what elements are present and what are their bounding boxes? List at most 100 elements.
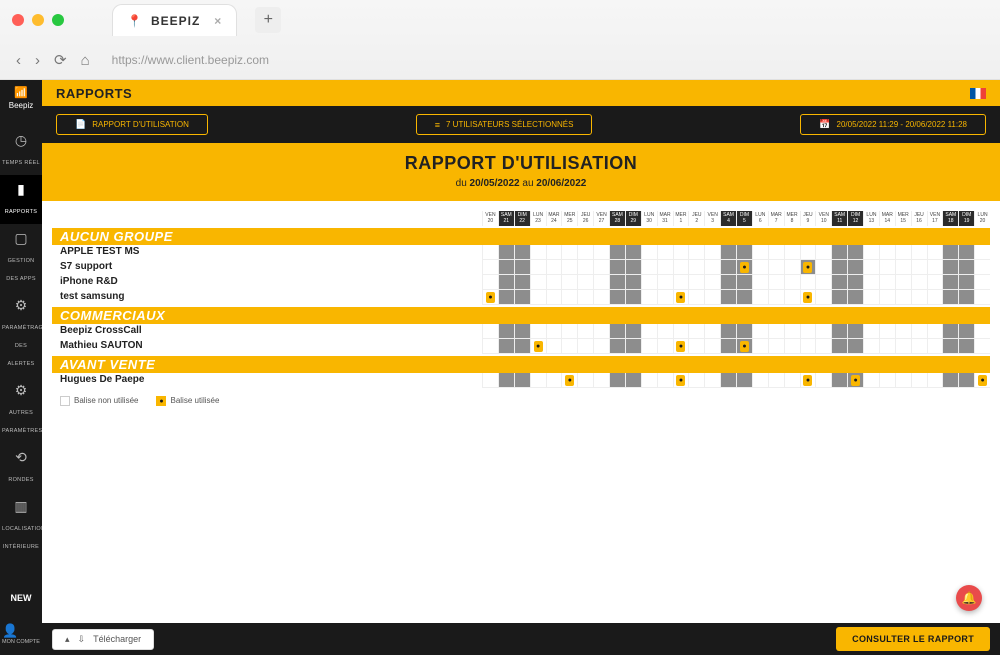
day-header: VEN17 — [927, 211, 943, 226]
day-cell — [895, 339, 911, 354]
day-cell — [815, 290, 831, 305]
flag-fr-icon[interactable] — [970, 88, 986, 99]
day-cell — [720, 260, 736, 275]
sidebar-item-3[interactable]: ⚙PARAMÉTRAGE DES ALERTES — [0, 291, 42, 376]
day-cell — [942, 339, 958, 354]
day-cell — [482, 260, 498, 275]
beacon-icon: ● — [675, 374, 688, 386]
day-cell — [863, 245, 879, 260]
day-cell — [720, 339, 736, 354]
day-cell — [641, 373, 657, 388]
day-cell — [911, 339, 927, 354]
beacon-icon: ● — [849, 374, 862, 386]
sidebar-icon: ▢ — [2, 230, 40, 247]
consult-report-button[interactable]: CONSULTER LE RAPPORT — [836, 627, 990, 651]
nav-fwd-icon[interactable]: › — [35, 52, 40, 69]
nav-home-icon[interactable]: ⌂ — [81, 52, 90, 69]
notification-bell-icon[interactable]: 🔔 — [956, 585, 982, 611]
sidebar-item-2[interactable]: ▢GESTION DES APPS — [0, 224, 42, 291]
day-cell — [942, 275, 958, 290]
sidebar-item-6[interactable]: ▥LOCALISATION INTÉRIEURE — [0, 492, 42, 559]
day-cell — [593, 290, 609, 305]
day-cell — [927, 275, 943, 290]
brand-logo: 📶 Beepiz — [0, 86, 42, 120]
sidebar-account[interactable]: 👤 MON COMPTE — [2, 617, 40, 655]
day-cell — [800, 275, 816, 290]
day-cell — [831, 339, 847, 354]
day-cell — [927, 260, 943, 275]
day-cell — [784, 260, 800, 275]
sidebar-label: PARAMÉTRAGE DES ALERTES — [2, 325, 47, 367]
window-min-icon[interactable] — [32, 14, 44, 26]
sidebar-label: RONDES — [8, 477, 33, 483]
users-selected-pill[interactable]: ≡ 7 UTILISATEURS SÉLECTIONNÉS — [416, 114, 593, 135]
report-range: du 20/05/2022 au 20/06/2022 — [42, 178, 1000, 189]
daterange-pill[interactable]: 📅 20/05/2022 11:29 - 20/06/2022 11:28 — [800, 114, 986, 135]
day-cell — [736, 290, 752, 305]
nav-reload-icon[interactable]: ⟳ — [54, 51, 67, 69]
tab-close-icon[interactable]: × — [214, 14, 222, 28]
day-cell — [752, 290, 768, 305]
nav-back-icon[interactable]: ‹ — [16, 52, 21, 69]
day-cell — [498, 245, 514, 260]
sidebar-icon: ▮ — [2, 181, 40, 198]
day-cell — [561, 260, 577, 275]
beacon-icon: ● — [675, 291, 688, 303]
browser-tab[interactable]: 📍 BEEPIZ × — [112, 4, 237, 36]
day-cell — [498, 290, 514, 305]
day-cell — [879, 275, 895, 290]
window-max-icon[interactable] — [52, 14, 64, 26]
day-cell — [958, 339, 974, 354]
day-cell — [895, 260, 911, 275]
day-cell — [593, 324, 609, 339]
day-header: MER1 — [673, 211, 689, 226]
day-cell — [546, 260, 562, 275]
sidebar-label: RAPPORTS — [5, 209, 38, 215]
url-bar[interactable]: https://www.client.beepiz.com — [112, 53, 269, 67]
day-cell — [958, 373, 974, 388]
sidebar-item-4[interactable]: ⚙AUTRES PARAMÈTRES — [0, 376, 42, 443]
sidebar-item-5[interactable]: ⟲RONDES — [0, 443, 42, 492]
day-header: LUN13 — [863, 211, 879, 226]
download-button[interactable]: ▴ ⇩ Télécharger — [52, 629, 154, 650]
day-cell — [514, 260, 530, 275]
day-cell — [863, 373, 879, 388]
day-cell — [546, 290, 562, 305]
user-icon: 👤 — [2, 623, 18, 638]
day-cell — [577, 339, 593, 354]
day-cell — [673, 260, 689, 275]
day-cell — [736, 245, 752, 260]
day-cell — [688, 245, 704, 260]
day-header: SAM4 — [720, 211, 736, 226]
day-cell — [927, 324, 943, 339]
day-cell — [657, 339, 673, 354]
day-cell — [942, 290, 958, 305]
day-cell — [974, 275, 990, 290]
day-cell — [768, 275, 784, 290]
footer-bar: ▴ ⇩ Télécharger CONSULTER LE RAPPORT — [42, 623, 1000, 655]
table-row: test samsung●●● — [52, 290, 990, 305]
day-cell — [609, 245, 625, 260]
window-close-icon[interactable] — [12, 14, 24, 26]
day-cell — [752, 245, 768, 260]
day-cell — [704, 324, 720, 339]
consult-label: CONSULTER LE RAPPORT — [852, 634, 974, 644]
day-cell: ● — [673, 290, 689, 305]
day-cell — [593, 373, 609, 388]
day-header: MER8 — [784, 211, 800, 226]
day-cell — [815, 373, 831, 388]
day-header: DIM12 — [847, 211, 863, 226]
report-type-pill[interactable]: 📄 RAPPORT D'UTILISATION — [56, 114, 208, 135]
day-cell — [863, 324, 879, 339]
day-cell: ● — [673, 339, 689, 354]
day-cell — [720, 373, 736, 388]
day-cell — [879, 290, 895, 305]
day-header: VEN10 — [815, 211, 831, 226]
sidebar-item-1[interactable]: ▮ RAPPORTS — [0, 175, 42, 224]
day-header: DIM19 — [958, 211, 974, 226]
sidebar-item-0[interactable]: ◷TEMPS RÉEL — [0, 126, 42, 175]
new-tab-button[interactable]: + — [255, 7, 281, 33]
day-cell — [514, 245, 530, 260]
day-cell: ● — [800, 260, 816, 275]
day-header: SAM21 — [498, 211, 514, 226]
